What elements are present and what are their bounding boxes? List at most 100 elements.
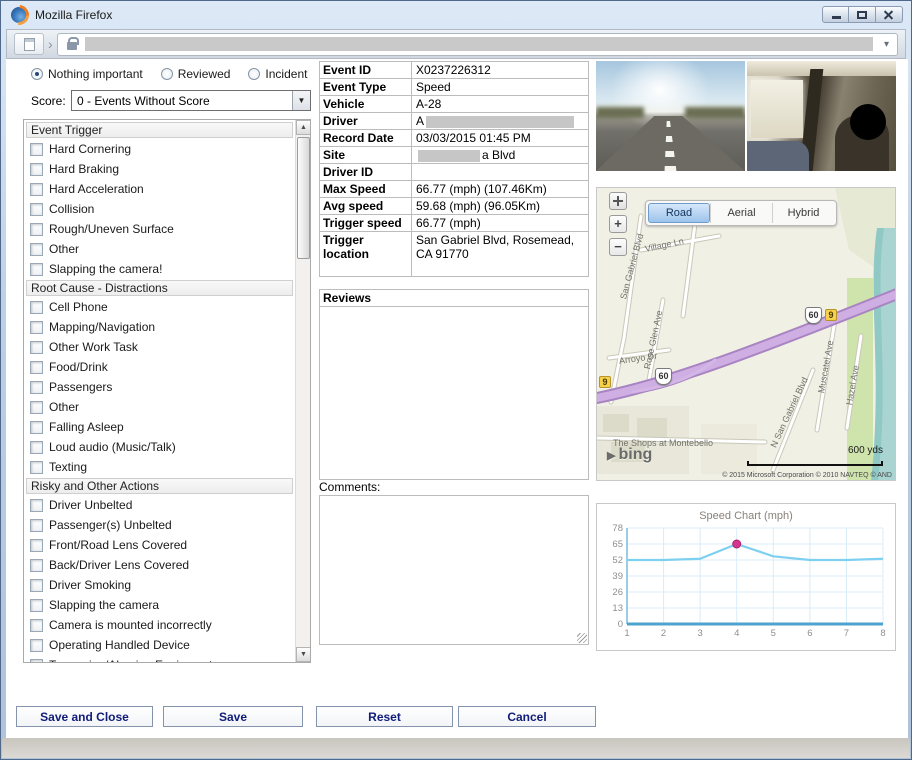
checklist-item[interactable]: Collision <box>24 199 295 219</box>
detail-field-value: 66.77 (mph) (107.46Km) <box>412 180 589 198</box>
checklist-item[interactable]: Mapping/Navigation <box>24 317 295 337</box>
checkbox-icon[interactable] <box>30 599 43 612</box>
page-icon <box>24 38 35 51</box>
reset-button[interactable]: Reset <box>316 706 453 727</box>
checklist-item[interactable]: Rough/Uneven Surface <box>24 219 295 239</box>
checkbox-icon[interactable] <box>30 461 43 474</box>
checklist-item-label: Camera is mounted incorrectly <box>49 618 212 632</box>
checklist-item[interactable]: Loud audio (Music/Talk) <box>24 437 295 457</box>
page-button[interactable] <box>14 33 44 55</box>
svg-text:78: 78 <box>612 523 623 534</box>
scroll-up-button[interactable]: ▲ <box>296 120 311 135</box>
maximize-button[interactable] <box>849 6 876 23</box>
checklist-item[interactable]: Slapping the camera <box>24 595 295 615</box>
checkbox-icon[interactable] <box>30 519 43 532</box>
checklist-item-label: Collision <box>49 202 94 216</box>
checklist-item[interactable]: Falling Asleep <box>24 417 295 437</box>
checkbox-icon[interactable] <box>30 361 43 374</box>
svg-text:5: 5 <box>771 628 776 639</box>
map-zoom-in-button[interactable]: + <box>609 215 627 233</box>
checkbox-icon[interactable] <box>30 263 43 276</box>
map-view-hybrid-button[interactable]: Hybrid <box>772 203 834 223</box>
checklist-item[interactable]: Other Work Task <box>24 337 295 357</box>
checklist-item[interactable]: Cell Phone <box>24 297 295 317</box>
checkbox-icon[interactable] <box>30 341 43 354</box>
map-pan-button[interactable] <box>609 192 627 210</box>
status-radio-incident[interactable]: Incident <box>248 67 307 81</box>
checklist-item[interactable]: Texting <box>24 457 295 477</box>
map-panel[interactable]: + − RoadAerialHybrid ▶ bing 600 yds © 20… <box>596 187 896 481</box>
checkbox-icon[interactable] <box>30 559 43 572</box>
resize-grip-icon[interactable] <box>577 633 587 643</box>
checklist-item[interactable]: Front/Road Lens Covered <box>24 535 295 555</box>
checklist-item[interactable]: Operating Handled Device <box>24 635 295 655</box>
checklist-item[interactable]: Passenger(s) Unbelted <box>24 515 295 535</box>
map-badge: 9 <box>825 309 837 321</box>
detail-field-value: A-28 <box>412 95 589 113</box>
checklist-item[interactable]: Driver Unbelted <box>24 495 295 515</box>
detail-field-label: Avg speed <box>319 197 412 215</box>
firefox-icon <box>11 7 27 23</box>
map-zoom-out-button[interactable]: − <box>609 238 627 256</box>
scroll-down-button[interactable]: ▼ <box>296 647 311 662</box>
checklist-item[interactable]: Food/Drink <box>24 357 295 377</box>
map-view-aerial-button[interactable]: Aerial <box>710 203 772 223</box>
checkbox-icon[interactable] <box>30 163 43 176</box>
checklist-item[interactable]: Hard Braking <box>24 159 295 179</box>
checkbox-icon[interactable] <box>30 421 43 434</box>
checkbox-icon[interactable] <box>30 401 43 414</box>
checkbox-icon[interactable] <box>30 183 43 196</box>
checklist-item[interactable]: Slapping the camera! <box>24 259 295 279</box>
checkbox-icon[interactable] <box>30 499 43 512</box>
comments-textarea[interactable] <box>319 495 589 645</box>
checkbox-icon[interactable] <box>30 301 43 314</box>
checklist-scrollbar[interactable]: ▲ ▼ <box>295 120 310 662</box>
checkbox-icon[interactable] <box>30 321 43 334</box>
redaction-block <box>426 116 574 128</box>
radio-label: Reviewed <box>178 67 231 81</box>
checklist-item-label: Rough/Uneven Surface <box>49 222 174 236</box>
save-and-close-button[interactable]: Save and Close <box>16 706 153 727</box>
detail-row: DriverA <box>319 112 589 130</box>
url-dropdown-icon[interactable]: ▾ <box>881 39 892 50</box>
status-radio-reviewed[interactable]: Reviewed <box>161 67 231 81</box>
score-select[interactable]: 0 - Events Without Score ▼ <box>71 90 311 111</box>
checklist-item[interactable]: Back/Driver Lens Covered <box>24 555 295 575</box>
action-bar: Save and Close Save ResetCancel <box>6 706 908 732</box>
lock-icon <box>67 42 77 50</box>
checkbox-icon[interactable] <box>30 659 43 663</box>
radio-icon <box>161 68 173 80</box>
url-bar[interactable]: ▾ <box>57 33 898 56</box>
checklist-item[interactable]: Driver Smoking <box>24 575 295 595</box>
checklist-item[interactable]: Other <box>24 397 295 417</box>
checklist-item[interactable]: Other <box>24 239 295 259</box>
status-radio-nothing-important[interactable]: Nothing important <box>31 67 143 81</box>
save-button[interactable]: Save <box>163 706 303 727</box>
checklist-item-label: Operating Handled Device <box>49 638 190 652</box>
checklist-item[interactable]: Tampering/Abusing Equipment <box>24 655 295 662</box>
checkbox-icon[interactable] <box>30 441 43 454</box>
cancel-button[interactable]: Cancel <box>458 706 596 727</box>
map-view-road-button[interactable]: Road <box>648 203 710 223</box>
checkbox-icon[interactable] <box>30 223 43 236</box>
titlebar[interactable]: Mozilla Firefox <box>1 1 911 29</box>
checkbox-icon[interactable] <box>30 243 43 256</box>
checkbox-icon[interactable] <box>30 539 43 552</box>
checkbox-icon[interactable] <box>30 381 43 394</box>
checkbox-icon[interactable] <box>30 143 43 156</box>
checklist-item[interactable]: Hard Acceleration <box>24 179 295 199</box>
detail-field-value: a Blvd <box>412 146 589 164</box>
checklist-item[interactable]: Hard Cornering <box>24 139 295 159</box>
checkbox-icon[interactable] <box>30 203 43 216</box>
checkbox-icon[interactable] <box>30 619 43 632</box>
scrollbar-thumb[interactable] <box>297 137 310 259</box>
checkbox-icon[interactable] <box>30 579 43 592</box>
close-button[interactable] <box>876 6 903 23</box>
checklist-item[interactable]: Camera is mounted incorrectly <box>24 615 295 635</box>
checkbox-icon[interactable] <box>30 639 43 652</box>
minimize-button[interactable] <box>822 6 849 23</box>
checklist-item[interactable]: Passengers <box>24 377 295 397</box>
dropdown-arrow-icon[interactable]: ▼ <box>292 91 310 110</box>
speed-chart-svg: 013263952657812345678 <box>601 522 891 642</box>
detail-row: Sitea Blvd <box>319 146 589 164</box>
